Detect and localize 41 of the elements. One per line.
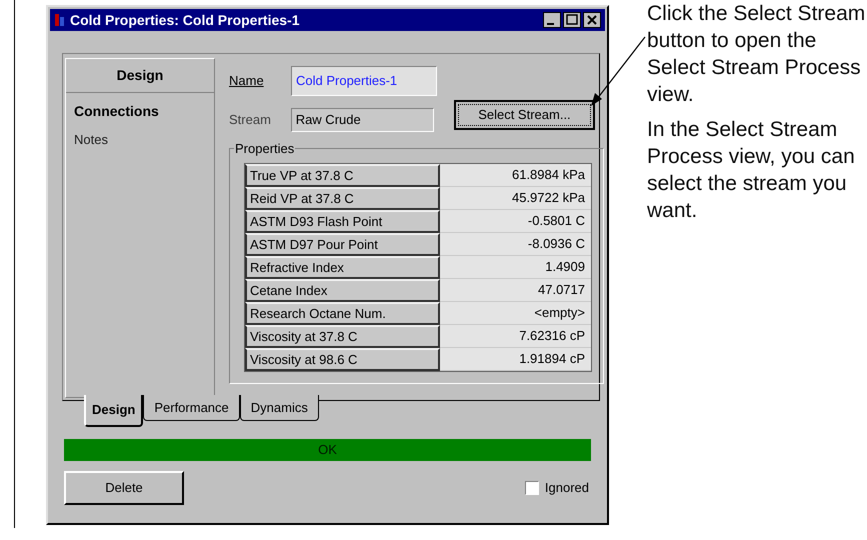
- tab[interactable]: Design: [84, 395, 144, 427]
- property-value[interactable]: 61.8984 kPa: [440, 164, 591, 187]
- property-value[interactable]: 7.62316 cP: [440, 325, 591, 348]
- delete-button[interactable]: Delete: [64, 471, 184, 505]
- stream-field: Raw Crude: [290, 108, 434, 132]
- property-value[interactable]: 1.4909: [440, 256, 591, 279]
- property-value[interactable]: 1.91894 cP: [440, 348, 591, 371]
- property-value[interactable]: <empty>: [440, 302, 591, 325]
- close-icon[interactable]: [583, 12, 601, 28]
- property-name: Reid VP at 37.8 C: [245, 187, 440, 210]
- property-name: Viscosity at 37.8 C: [245, 325, 440, 348]
- select-stream-button[interactable]: Select Stream...: [454, 100, 595, 130]
- property-name: Research Octane Num.: [245, 302, 440, 325]
- property-name: Viscosity at 98.6 C: [245, 348, 440, 371]
- property-value[interactable]: -8.0936 C: [440, 233, 591, 256]
- sidebar-header: Design: [116, 66, 164, 85]
- property-name: Refractive Index: [245, 256, 440, 279]
- leader-line: [589, 35, 647, 107]
- callout-text: In the Select Stream Process view, you can select the stream you want.: [647, 117, 856, 224]
- stream-label: Stream: [229, 111, 272, 130]
- ignored-label: Ignored: [544, 479, 589, 498]
- sidebar-item[interactable]: Notes: [74, 130, 214, 150]
- property-name: ASTM D93 Flash Point: [245, 210, 440, 233]
- status-bar: OK: [64, 439, 591, 461]
- property-name: True VP at 37.8 C: [245, 164, 440, 187]
- name-field[interactable]: Cold Properties-1: [291, 66, 437, 96]
- sidebar-item[interactable]: Connections: [74, 101, 214, 122]
- property-name: Cetane Index: [245, 279, 440, 302]
- ignored-checkbox[interactable]: [524, 481, 539, 495]
- property-value[interactable]: 45.9722 kPa: [440, 187, 591, 210]
- callout-text: Click the Select Stream button to open the Select Stream Process view.: [647, 1, 866, 108]
- tab[interactable]: Performance: [143, 395, 240, 421]
- property-value[interactable]: -0.5801 C: [440, 210, 591, 233]
- maximize-icon[interactable]: [563, 12, 581, 28]
- property-name: ASTM D97 Pour Point: [245, 233, 440, 256]
- minimize-icon[interactable]: [543, 12, 561, 28]
- window-title: Cold Properties: Cold Properties-1: [70, 10, 300, 30]
- app-icon: [54, 13, 66, 27]
- property-value[interactable]: 47.0717: [440, 279, 591, 302]
- name-label: Name: [229, 72, 265, 90]
- tab[interactable]: Dynamics: [240, 395, 319, 421]
